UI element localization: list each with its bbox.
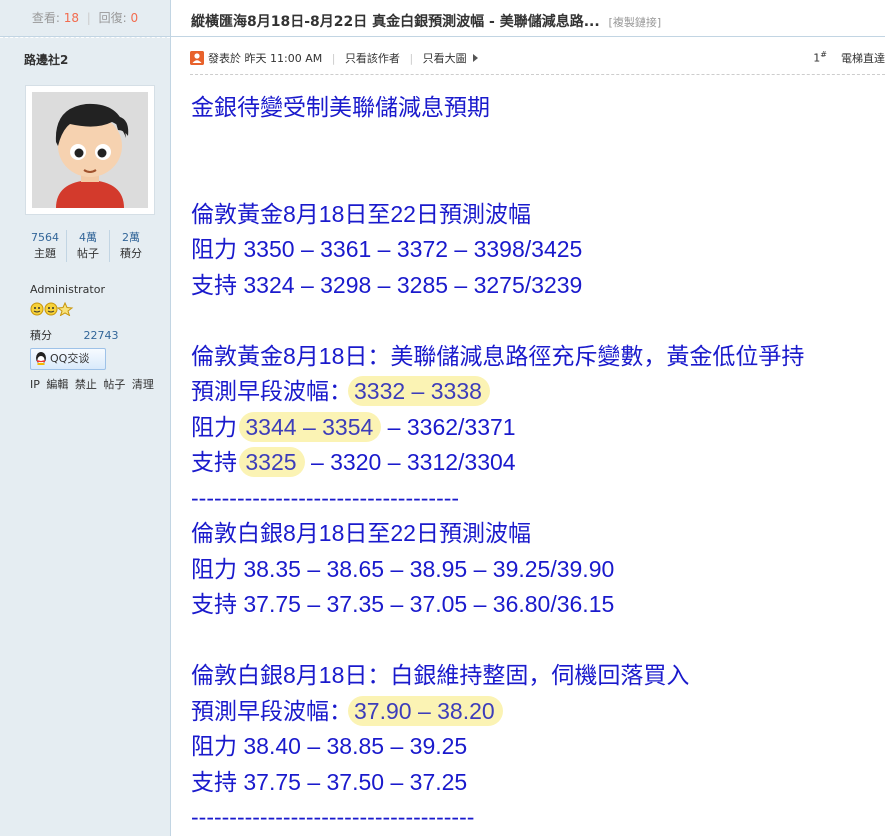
silver-week-support: 支持 37.75 – 37.35 – 37.05 – 36.80/36.15 [191, 591, 615, 617]
rank-icons [30, 301, 74, 317]
post-content: 金銀待變受制美聯儲減息預期 倫敦黃金8月18日至22日預測波幅 阻力 3350 … [191, 90, 881, 836]
person-icon [190, 51, 204, 65]
highlighted-resistance: 3344 – 3354 [239, 411, 382, 442]
silver-day-support: 支持 37.75 – 37.50 – 37.25 [191, 768, 468, 795]
credit-value: 22743 [83, 329, 119, 342]
content-divider: ----------------------------------- [191, 484, 460, 511]
thread-title: 縱橫匯海8月18日-8月22日 真金白銀預測波幅 - 美聯儲減息路... [複製… [191, 11, 661, 31]
replies-count: 0 [130, 11, 139, 25]
silver-week-title: 倫敦白銀8月18日至22日預測波幅 [191, 520, 531, 546]
gold-week-support: 支持 3324 – 3298 – 3285 – 3275/3239 [191, 271, 583, 298]
silver-week-resistance: 阻力 38.35 – 38.65 – 38.95 – 39.25/39.90 [191, 555, 615, 582]
stat-value[interactable]: 7564 [24, 230, 66, 246]
only-big-image-link[interactable]: 只看大圖 [423, 52, 467, 65]
gold-week-title: 倫敦黃金8月18日至22日預測波幅 [191, 200, 531, 227]
highlighted-support: 3325 [239, 447, 305, 477]
user-group: Administrator [30, 283, 105, 296]
caret-right-icon[interactable] [472, 54, 478, 62]
posted-time: 昨天 11:00 AM [244, 52, 323, 65]
author-sidebar: 查看: 18 | 回復: 0 路邊社2 7564 主題 4萬 帖子 2萬 積分 … [0, 0, 171, 836]
qq-chat-button[interactable]: QQ交谈 [30, 348, 106, 370]
resistance-rest: – 3362/3371 [381, 413, 516, 440]
highlighted-range: 37.90 – 38.20 [348, 695, 503, 726]
gold-day-title: 倫敦黃金8月18日：美聯儲減息路徑充斥變數，黃金低位爭持 [191, 342, 805, 369]
avatar[interactable] [26, 86, 154, 214]
stat-label: 積分 [120, 247, 142, 260]
meta-separator: | [331, 52, 336, 65]
posted-prefix: 發表於 [208, 52, 241, 65]
gold-week-resistance: 阻力 3350 – 3361 – 3372 – 3398/3425 [191, 236, 583, 262]
post-headline: 金銀待變受制美聯儲減息預期 [191, 94, 490, 120]
floor-number[interactable]: 1# [813, 50, 827, 65]
thread-title-text: 縱橫匯海8月18日-8月22日 真金白銀預測波幅 - 美聯儲減息路... [191, 14, 600, 30]
rank-stars-icon [30, 301, 78, 320]
silver-day-resistance: 阻力 38.40 – 38.85 – 39.25 [191, 733, 468, 759]
range-label: 預測早段波幅： [191, 378, 352, 404]
elevator-link[interactable]: 電梯直達 [841, 50, 885, 66]
author-stat-posts[interactable]: 4萬 帖子 [66, 230, 109, 262]
only-author-link[interactable]: 只看該作者 [345, 52, 400, 65]
qq-penguin-icon [36, 352, 46, 365]
qq-chat-label: QQ交谈 [50, 352, 90, 365]
post-meta: 發表於 昨天 11:00 AM | 只看該作者 | 只看大圖 1# 電梯直達 [190, 50, 885, 72]
author-stat-threads[interactable]: 7564 主題 [24, 230, 66, 262]
credit-label: 積分 [30, 329, 52, 342]
support-rest: – 3320 – 3312/3304 [304, 449, 516, 475]
avatar-image [26, 86, 154, 214]
gold-day-support: 支持 3325 – 3320 – 3312/3304 [191, 445, 881, 481]
admin-link-posts[interactable]: 帖子 [103, 378, 125, 391]
admin-link-edit[interactable]: 編輯 [46, 378, 68, 391]
admin-link-ip[interactable]: IP [30, 378, 40, 391]
thread-stats: 查看: 18 | 回復: 0 [0, 0, 170, 37]
copy-link-button[interactable]: [複製鏈接] [609, 16, 662, 29]
credit-row: 積分 22743 [30, 327, 119, 343]
stats-separator: | [86, 11, 91, 25]
gold-day-resistance: 阻力 3344 – 3354 – 3362/3371 [191, 410, 881, 446]
support-label: 支持 [191, 449, 237, 475]
meta-separator: | [409, 52, 414, 65]
range-label: 預測早段波幅： [191, 697, 352, 724]
author-stat-credits[interactable]: 2萬 積分 [109, 230, 152, 262]
author-stats: 7564 主題 4萬 帖子 2萬 積分 [24, 230, 152, 262]
highlighted-range: 3332 – 3338 [348, 376, 490, 406]
thread-header: 縱橫匯海8月18日-8月22日 真金白銀預測波幅 - 美聯儲減息路... [複製… [171, 0, 885, 37]
views-count: 18 [63, 11, 79, 25]
stat-value[interactable]: 2萬 [110, 230, 152, 246]
admin-link-ban[interactable]: 禁止 [75, 378, 97, 391]
admin-link-clear[interactable]: 清理 [132, 378, 154, 391]
meta-divider [190, 74, 885, 75]
resistance-label: 阻力 [191, 413, 237, 440]
admin-links: IP 編輯 禁止 帖子 清理 [30, 376, 157, 392]
poster-icon [190, 51, 204, 65]
views-label: 查看: [31, 11, 60, 25]
stat-label: 帖子 [77, 247, 99, 260]
stat-label: 主題 [34, 247, 56, 260]
author-name[interactable]: 路邊社2 [0, 37, 170, 78]
replies-label: 回復: [98, 11, 127, 25]
content-divider: ------------------------------------- [191, 804, 475, 830]
silver-day-title: 倫敦白銀8月18日：白銀維持整固，伺機回落買入 [191, 662, 690, 688]
stat-value[interactable]: 4萬 [67, 230, 109, 246]
gold-day-range: 預測早段波幅：3332 – 3338 [191, 374, 881, 410]
silver-day-range: 預測早段波幅：37.90 – 38.20 [191, 694, 881, 730]
floor-sup: # [820, 50, 827, 59]
